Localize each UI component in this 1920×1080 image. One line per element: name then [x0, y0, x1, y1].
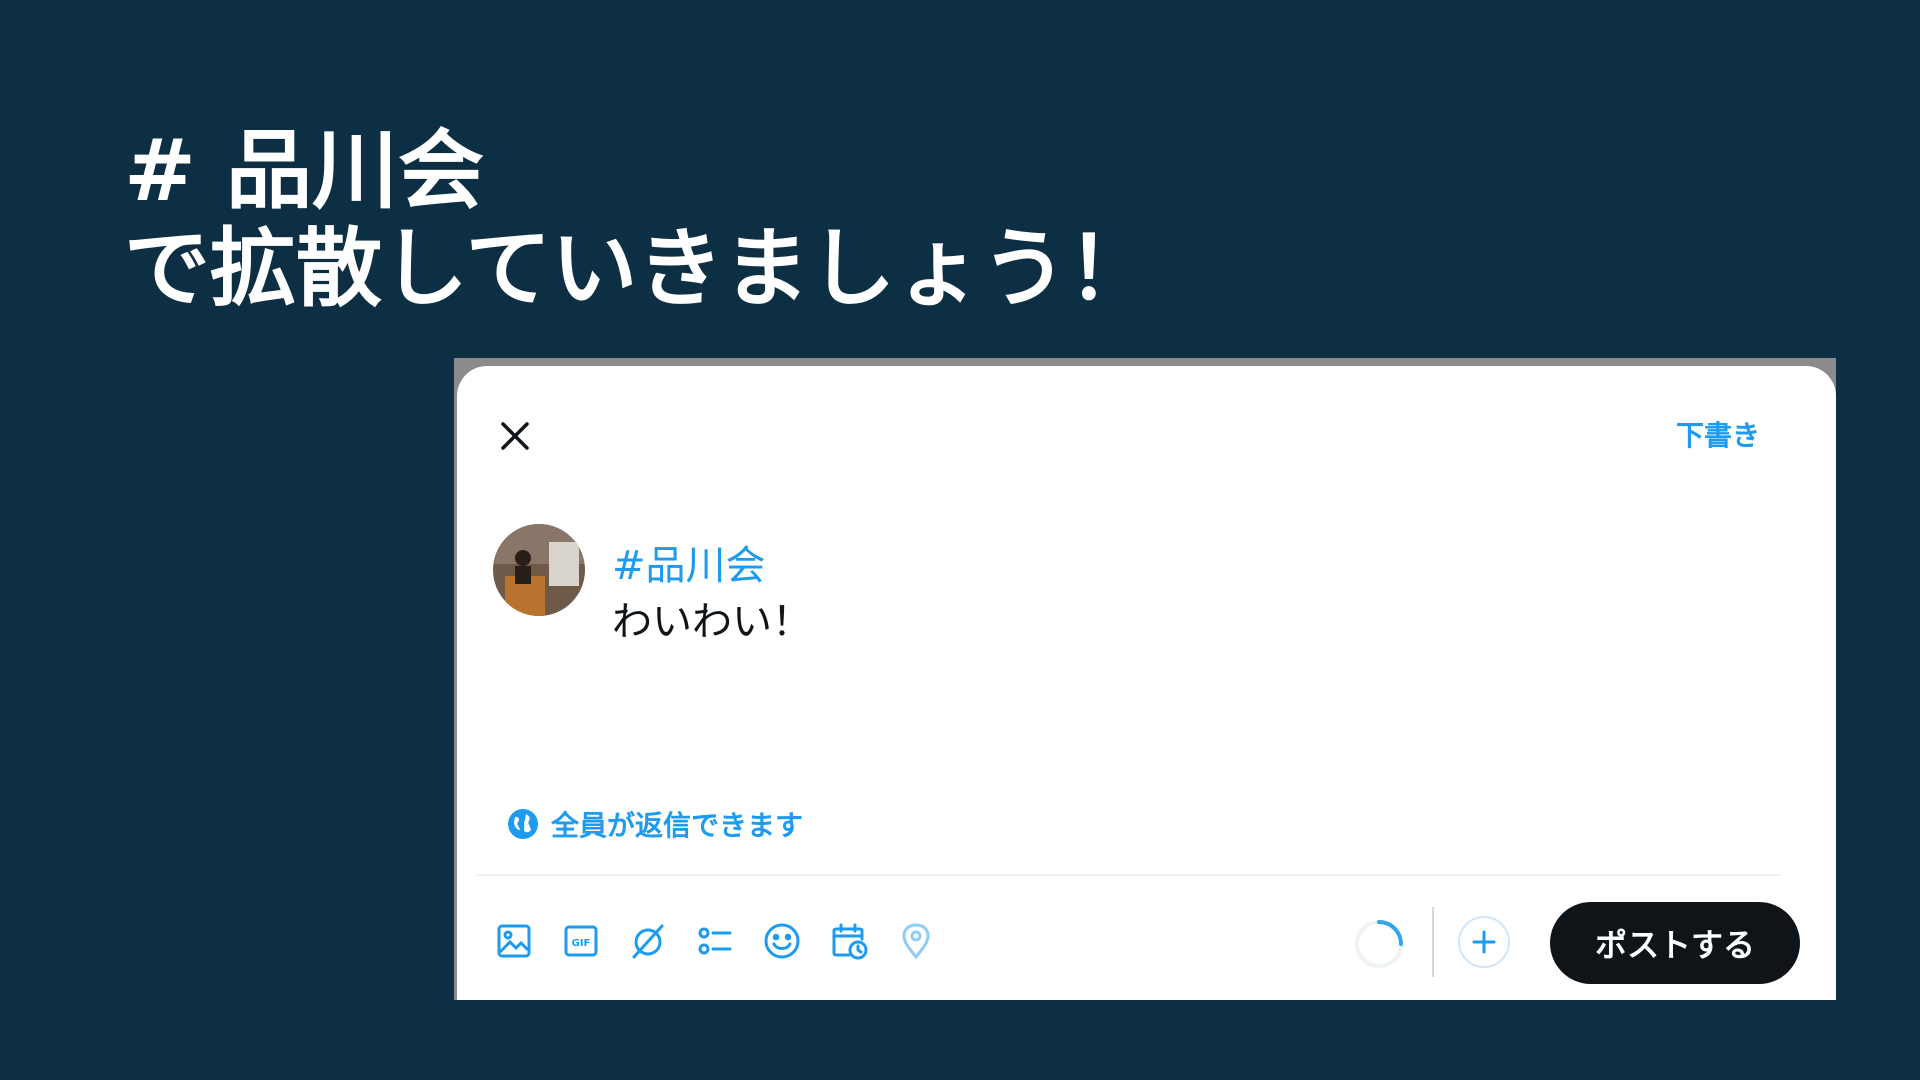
- close-icon: [501, 422, 529, 450]
- schedule-icon[interactable]: [827, 919, 871, 963]
- hashtag-text: #品川会: [612, 543, 766, 589]
- drafts-button[interactable]: 下書き: [1676, 414, 1760, 454]
- post-body-text: わいわい！: [612, 599, 812, 645]
- gif-icon[interactable]: GIF: [559, 919, 603, 963]
- globe-icon: [508, 809, 538, 839]
- emoji-icon[interactable]: [760, 919, 804, 963]
- poll-icon[interactable]: [693, 919, 737, 963]
- plus-icon: [1472, 930, 1496, 954]
- toolbar-separator: [1432, 907, 1434, 977]
- svg-text:GIF: GIF: [572, 938, 591, 949]
- avatar[interactable]: [493, 524, 585, 616]
- slide-title: # 品川会 で拡散していきましょう！: [124, 122, 1153, 318]
- image-icon[interactable]: [492, 919, 536, 963]
- slide-title-line1: # 品川会: [124, 121, 484, 221]
- grok-icon[interactable]: [626, 919, 670, 963]
- post-button[interactable]: ポストする: [1550, 902, 1800, 984]
- add-post-button[interactable]: [1458, 916, 1510, 968]
- reply-setting-label: 全員が返信できます: [551, 809, 804, 842]
- reply-setting-button[interactable]: 全員が返信できます: [507, 804, 803, 844]
- post-composer-screenshot: 下書き #品川会 わいわい！ 全員が返信できます GIF ポストする: [454, 358, 1836, 1000]
- slide-title-line2: で拡散していきましょう！: [124, 219, 1154, 319]
- character-count-ring: [1355, 920, 1403, 968]
- divider: [477, 874, 1782, 876]
- compose-modal: 下書き #品川会 わいわい！ 全員が返信できます GIF ポストする: [457, 366, 1836, 1000]
- location-icon[interactable]: [894, 919, 938, 963]
- compose-text-area[interactable]: #品川会 わいわい！: [612, 538, 1312, 650]
- close-button[interactable]: [497, 418, 533, 454]
